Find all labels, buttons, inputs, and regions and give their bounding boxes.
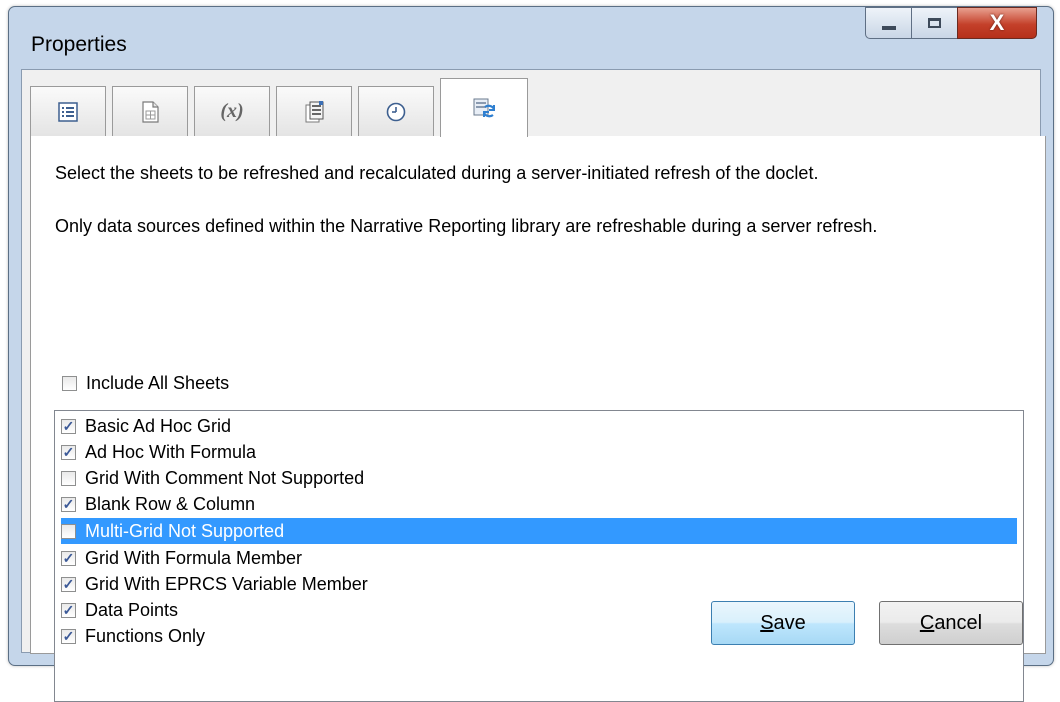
tab-strip: (x) bbox=[30, 78, 1046, 137]
sheet-checkbox[interactable]: ✓ bbox=[61, 418, 76, 434]
sheet-checkbox[interactable]: ✓ bbox=[61, 444, 76, 460]
cancel-label: ancel bbox=[934, 611, 983, 634]
save-label: ave bbox=[773, 611, 806, 634]
include-all-sheets-option[interactable]: Include All Sheets bbox=[62, 373, 229, 394]
tab-variables[interactable]: (x) bbox=[194, 86, 270, 136]
minimize-button[interactable] bbox=[865, 7, 911, 39]
sheet-list[interactable]: ✓ Basic Ad Hoc Grid ✓ Ad Hoc With Formul… bbox=[54, 410, 1024, 702]
title-bar[interactable]: Properties X bbox=[9, 7, 1053, 69]
checkmark-icon: ✓ bbox=[62, 418, 75, 434]
sheet-checkbox[interactable] bbox=[61, 470, 76, 486]
checkmark-icon: ✓ bbox=[62, 550, 75, 566]
include-all-checkbox[interactable] bbox=[62, 376, 77, 391]
refresh-panel: Select the sheets to be refreshed and re… bbox=[30, 136, 1046, 702]
sheet-checkbox[interactable]: ✓ bbox=[61, 496, 76, 512]
properties-dialog: Properties X (x) Select the sheets to be… bbox=[8, 6, 1054, 702]
sheet-label: Multi-Grid Not Supported bbox=[85, 520, 285, 541]
description-data-sources: Only data sources defined within the Nar… bbox=[55, 216, 878, 236]
sheet-item-grid-with-eprcs-variable[interactable]: ✓ Grid With EPRCS Variable Member bbox=[61, 571, 1017, 597]
minimize-icon bbox=[881, 26, 896, 30]
sheet-label: Grid With EPRCS Variable Member bbox=[85, 573, 368, 594]
cancel-mnemonic: C bbox=[919, 611, 935, 634]
maximize-icon bbox=[928, 18, 941, 28]
sheet-checkbox[interactable] bbox=[61, 523, 76, 539]
tab-schedule[interactable] bbox=[358, 86, 434, 136]
sheet-label: Grid With Comment Not Supported bbox=[85, 467, 365, 488]
document-grid-icon bbox=[139, 100, 161, 124]
checkmark-icon: ✓ bbox=[62, 628, 75, 644]
sheet-item-blank-row-column[interactable]: ✓ Blank Row & Column bbox=[61, 491, 1017, 517]
sheet-label: Blank Row & Column bbox=[85, 493, 256, 514]
list-icon bbox=[57, 101, 79, 123]
sheet-item-multi-grid[interactable]: Multi-Grid Not Supported bbox=[61, 518, 1017, 544]
sheet-label: Data Points bbox=[85, 599, 179, 620]
checkmark-icon: ✓ bbox=[62, 496, 75, 512]
tab-general[interactable] bbox=[30, 86, 106, 136]
sheet-item-data-points[interactable]: ✓ Data Points bbox=[61, 597, 1017, 623]
refresh-icon bbox=[472, 96, 496, 120]
sheet-checkbox[interactable]: ✓ bbox=[61, 628, 76, 644]
sheet-item-ad-hoc-with-formula[interactable]: ✓ Ad Hoc With Formula bbox=[61, 439, 1017, 465]
close-button[interactable]: X bbox=[957, 7, 1037, 39]
sheet-checkbox[interactable]: ✓ bbox=[61, 602, 76, 618]
sheet-checkbox[interactable]: ✓ bbox=[61, 550, 76, 566]
checkmark-icon: ✓ bbox=[62, 444, 75, 460]
tab-sheets[interactable] bbox=[112, 86, 188, 136]
checkmark-icon: ✓ bbox=[62, 602, 75, 618]
cancel-button[interactable]: Cancel bbox=[879, 601, 1023, 645]
checkmark-icon: ✓ bbox=[62, 576, 75, 592]
clock-icon bbox=[385, 101, 407, 123]
close-icon: X bbox=[989, 10, 1005, 35]
sheet-item-basic-ad-hoc-grid[interactable]: ✓ Basic Ad Hoc Grid bbox=[61, 413, 1017, 439]
sheet-label: Grid With Formula Member bbox=[85, 547, 303, 568]
sheet-item-grid-with-comment[interactable]: Grid With Comment Not Supported bbox=[61, 465, 1017, 491]
sheet-item-grid-with-formula-member[interactable]: ✓ Grid With Formula Member bbox=[61, 545, 1017, 571]
sheet-label: Ad Hoc With Formula bbox=[85, 441, 257, 462]
tab-reports[interactable] bbox=[276, 86, 352, 136]
variable-icon: (x) bbox=[220, 100, 244, 122]
save-button[interactable]: Save bbox=[711, 601, 855, 645]
sheet-label: Basic Ad Hoc Grid bbox=[85, 415, 232, 436]
report-icon bbox=[303, 100, 325, 124]
sheet-checkbox[interactable]: ✓ bbox=[61, 576, 76, 592]
window-title: Properties bbox=[31, 33, 127, 56]
dialog-client-area: (x) Select the sheets to be refreshed an bbox=[21, 69, 1046, 702]
caption-buttons: X bbox=[865, 7, 1037, 39]
include-all-label: Include All Sheets bbox=[86, 373, 230, 393]
sheet-item-functions-only[interactable]: ✓ Functions Only bbox=[61, 623, 1017, 649]
sheet-label: Functions Only bbox=[85, 625, 206, 646]
maximize-button[interactable] bbox=[911, 7, 957, 39]
description-select-sheets: Select the sheets to be refreshed and re… bbox=[55, 163, 819, 183]
save-mnemonic: S bbox=[760, 611, 774, 634]
tab-refresh[interactable] bbox=[440, 78, 528, 137]
